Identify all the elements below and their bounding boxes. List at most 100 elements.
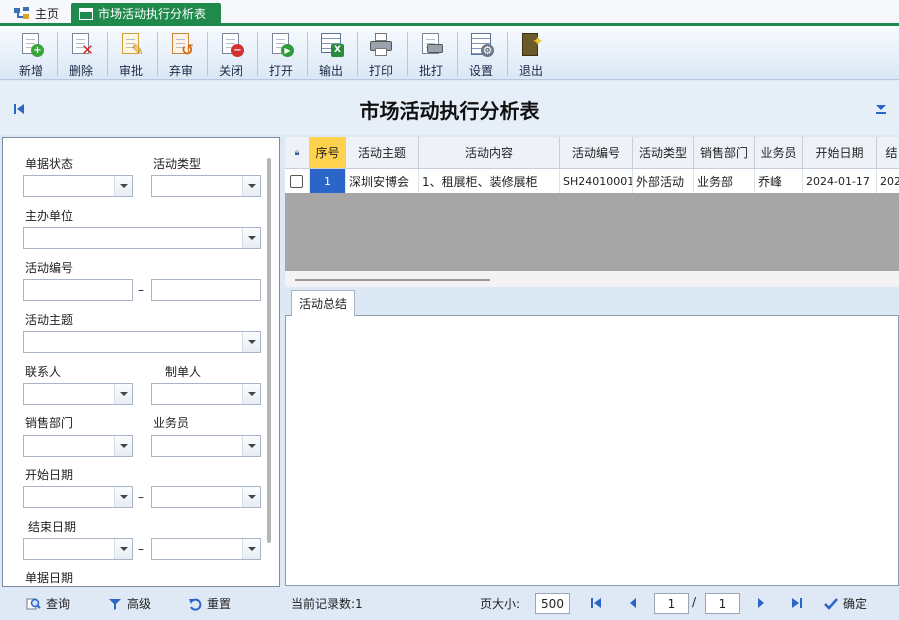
print-button[interactable]: 打印: [358, 29, 404, 79]
row-type-cell[interactable]: 外部活动: [633, 169, 694, 193]
tab-activity-summary[interactable]: 活动总结: [291, 290, 356, 316]
collapse-icon[interactable]: [875, 103, 887, 115]
column-header[interactable]: 开始日期: [803, 137, 877, 169]
settings-button[interactable]: ⚙ 设置: [458, 29, 504, 79]
reset-button[interactable]: 重置: [188, 595, 231, 612]
current-page-input[interactable]: 1: [654, 593, 689, 614]
row-start-cell[interactable]: 2024-01-17: [803, 169, 877, 193]
chevron-down-icon[interactable]: [114, 436, 132, 456]
column-header[interactable]: 活动编号: [560, 137, 633, 169]
open-icon: ▶: [268, 32, 294, 57]
code-from-input[interactable]: [23, 279, 133, 301]
summary-text-area[interactable]: [285, 315, 899, 586]
row-dept-cell[interactable]: 业务部: [694, 169, 755, 193]
column-header[interactable]: 活动类型: [633, 137, 694, 169]
row-salesman-cell[interactable]: 乔峰: [755, 169, 803, 193]
range-separator: –: [138, 490, 144, 504]
exit-button[interactable]: ✦ 退出: [508, 29, 554, 79]
filter-bill-date-label: 单据日期: [25, 571, 74, 585]
tab-home[interactable]: 主页: [6, 3, 67, 24]
column-header[interactable]: 序号: [310, 137, 346, 169]
creator-select[interactable]: [151, 383, 261, 405]
unapprove-button[interactable]: ↺ 弃审: [158, 29, 204, 79]
search-icon: [26, 598, 41, 609]
add-button[interactable]: + 新增: [8, 29, 54, 79]
salesman-select[interactable]: [151, 435, 261, 457]
start-date-to[interactable]: [151, 486, 261, 508]
chevron-down-icon[interactable]: [114, 487, 132, 507]
end-date-to[interactable]: [151, 538, 261, 560]
next-page-icon[interactable]: [755, 597, 767, 609]
end-date-from[interactable]: [23, 538, 133, 560]
open-button[interactable]: ▶ 打开: [258, 29, 304, 79]
row-end-cell[interactable]: 202: [877, 169, 899, 193]
first-page-icon[interactable]: [590, 597, 602, 609]
chevron-down-icon[interactable]: [242, 176, 260, 196]
tab-active-label: 市场活动执行分析表: [98, 7, 207, 21]
column-header[interactable]: 结: [877, 137, 899, 169]
chevron-down-icon[interactable]: [242, 436, 260, 456]
row-seq-cell[interactable]: 1: [310, 169, 346, 193]
table-row[interactable]: 1 深圳安博会 1、租展柜、装修展柜 SH24010001 外部活动 业务部 乔…: [285, 169, 899, 193]
column-header[interactable]: 销售部门: [694, 137, 755, 169]
page-size-input[interactable]: 500: [535, 593, 570, 614]
total-pages: 1: [705, 593, 740, 614]
close-button[interactable]: − 关闭: [208, 29, 254, 79]
batch-print-icon: [418, 32, 444, 57]
filter-status-label: 单据状态: [25, 157, 74, 171]
code-to-input[interactable]: [151, 279, 261, 301]
data-grid: 🔒︎ 序号 活动主题 活动内容 活动编号 活动类型 销售部门 业务员 开始日期 …: [285, 137, 899, 271]
advanced-button[interactable]: 高级: [108, 595, 151, 612]
chevron-down-icon[interactable]: [114, 384, 132, 404]
subject-select[interactable]: [23, 331, 261, 353]
scrollbar-thumb[interactable]: [295, 279, 490, 281]
add-icon: +: [18, 32, 44, 57]
range-separator: –: [138, 542, 144, 556]
tab-activity-analysis[interactable]: 市场活动执行分析表: [71, 3, 221, 24]
approve-button[interactable]: ✎ 审批: [108, 29, 154, 79]
grid-horizontal-scrollbar[interactable]: [285, 271, 899, 287]
record-count: 当前记录数:1: [291, 597, 363, 611]
chevron-down-icon[interactable]: [242, 539, 260, 559]
lock-column-header[interactable]: 🔒︎: [285, 137, 310, 169]
chevron-down-icon[interactable]: [242, 228, 260, 248]
delete-button[interactable]: ✕ 删除: [58, 29, 104, 79]
filter-start-date-label: 开始日期: [25, 468, 74, 482]
chevron-down-icon[interactable]: [242, 384, 260, 404]
exit-icon: ✦: [518, 32, 544, 57]
filter-dept-label: 销售部门: [25, 416, 74, 430]
row-checkbox-cell[interactable]: [285, 169, 310, 193]
contact-select[interactable]: [23, 383, 133, 405]
export-button[interactable]: X 输出: [308, 29, 354, 79]
last-page-icon[interactable]: [791, 597, 803, 609]
row-checkbox[interactable]: [290, 174, 303, 188]
range-separator: –: [138, 283, 144, 297]
type-select[interactable]: [151, 175, 261, 197]
prev-page-icon[interactable]: [627, 597, 639, 609]
query-button[interactable]: 查询: [26, 595, 70, 612]
chevron-down-icon[interactable]: [242, 332, 260, 352]
confirm-button[interactable]: 确定: [824, 595, 867, 612]
status-select[interactable]: [23, 175, 133, 197]
chevron-down-icon[interactable]: [242, 487, 260, 507]
column-header[interactable]: 业务员: [755, 137, 803, 169]
row-code-cell[interactable]: SH24010001: [560, 169, 633, 193]
row-subject-cell[interactable]: 深圳安博会: [346, 169, 419, 193]
title-bar: 市场活动执行分析表: [0, 81, 899, 135]
host-select[interactable]: [23, 227, 261, 249]
home-icon: [14, 7, 30, 20]
batch-print-button[interactable]: 批打: [408, 29, 454, 79]
column-header[interactable]: 活动主题: [346, 137, 419, 169]
filter-subject-label: 活动主题: [25, 313, 74, 327]
start-date-from[interactable]: [23, 486, 133, 508]
chevron-down-icon[interactable]: [114, 539, 132, 559]
row-content-cell[interactable]: 1、租展柜、装修展柜: [419, 169, 560, 193]
filter-scrollbar[interactable]: [267, 158, 271, 543]
dept-select[interactable]: [23, 435, 133, 457]
page-separator: /: [692, 595, 697, 609]
filter-salesman-label: 业务员: [153, 416, 190, 430]
filter-type-label: 活动类型: [153, 157, 202, 171]
column-header[interactable]: 活动内容: [419, 137, 560, 169]
approve-icon: ✎: [118, 32, 144, 58]
chevron-down-icon[interactable]: [114, 176, 132, 196]
